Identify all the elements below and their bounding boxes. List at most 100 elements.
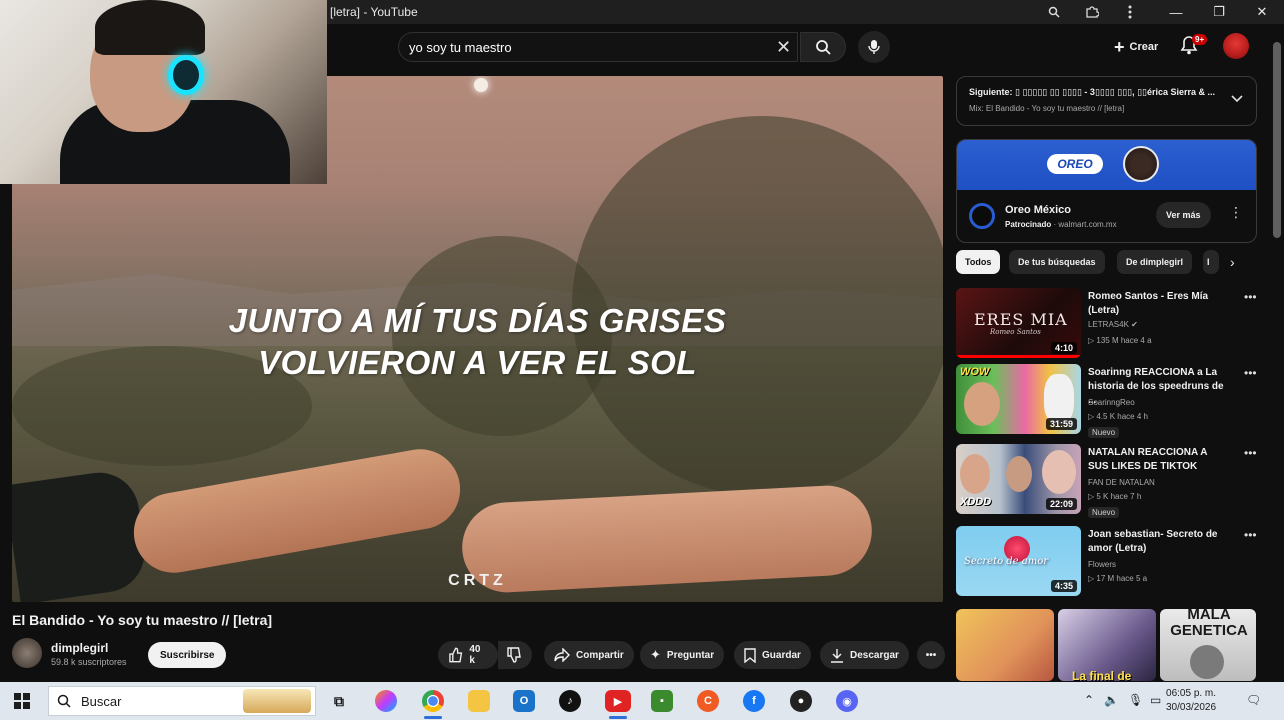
channel-name[interactable]: dimplegirl <box>51 641 108 655</box>
chip-from-searches[interactable]: De tus búsquedas <box>1009 250 1105 274</box>
search-button[interactable] <box>800 32 846 62</box>
ad-card[interactable]: OREO Oreo México Patrocinado · walmart.c… <box>956 139 1257 243</box>
windows-taskbar: Buscar ⧉ O ♪ ▶ ▪ C f ● ◉ ⌃ 🔈 🎙 ▭ 06:05 p… <box>0 682 1284 720</box>
recommendation-channel[interactable]: SoarinngReo <box>1088 398 1135 407</box>
taskbar-clock[interactable]: 06:05 p. m. 30/03/2026 <box>1166 687 1216 715</box>
headset-icon <box>168 55 204 95</box>
more-vert-icon[interactable] <box>1108 0 1152 24</box>
copilot-icon[interactable] <box>375 690 397 712</box>
more-vert-icon[interactable]: ••• <box>1244 528 1257 542</box>
short-thumbnail[interactable]: MALA GENETICA <box>1160 609 1256 681</box>
minimize-button[interactable]: — <box>1154 0 1198 24</box>
recommendation-title[interactable]: NATALAN REACCIONA A SUS LIKES DE TIKTOK <box>1088 446 1230 474</box>
ask-label: Preguntar <box>666 649 715 661</box>
scrollbar-thumb[interactable] <box>1273 42 1281 238</box>
ask-button[interactable]: ✦ Preguntar <box>640 641 725 669</box>
recommendation-channel[interactable]: Flowers <box>1088 560 1116 569</box>
download-button[interactable]: Descargar <box>820 641 909 669</box>
more-vert-icon[interactable]: ••• <box>1244 366 1257 380</box>
recommendation-channel[interactable]: LETRAS4K ✔ <box>1088 320 1138 329</box>
like-count: 40 k <box>469 644 481 666</box>
more-vert-icon[interactable]: ••• <box>1244 446 1257 460</box>
chevron-down-icon[interactable] <box>1231 92 1243 106</box>
account-avatar[interactable] <box>1223 33 1249 59</box>
thumb-title-text: ERES MIA <box>974 310 1068 329</box>
clock-time: 06:05 p. m. <box>1166 688 1217 699</box>
maximize-button[interactable]: ❐ <box>1197 0 1241 24</box>
duration-badge: 4:35 <box>1050 580 1077 592</box>
chip-more[interactable]: I <box>1203 250 1219 274</box>
ad-cta-button[interactable]: Ver más <box>1156 202 1211 228</box>
windows-start-icon[interactable] <box>14 693 30 709</box>
more-actions-button[interactable]: ••• <box>917 641 945 669</box>
video-thumbnail[interactable]: WOW 31:59 <box>956 364 1081 434</box>
short-thumbnail[interactable] <box>956 609 1054 681</box>
dislike-button[interactable] <box>498 641 532 669</box>
chip-from-channel[interactable]: De dimplegirl <box>1117 250 1193 274</box>
cat-image <box>1044 374 1074 424</box>
ad-menu-icon[interactable]: ⋮ <box>1229 204 1243 221</box>
ad-banner[interactable]: OREO <box>957 140 1256 190</box>
notifications-icon[interactable]: 🗨 <box>1246 693 1261 707</box>
subscribe-button[interactable]: Suscribirse <box>148 642 227 668</box>
outlook-icon[interactable]: O <box>513 690 535 712</box>
facebook-icon[interactable]: f <box>743 690 765 712</box>
crunchyroll-icon[interactable]: C <box>697 690 719 712</box>
recommendation-meta: ▷ 4.5 K hace 4 h <box>1088 412 1148 421</box>
recommendation-item[interactable]: Secreto de amor 4:35 Joan sebastian- Sec… <box>956 526 1257 598</box>
bookmark-icon <box>744 647 756 663</box>
up-next-card[interactable]: Siguiente: ▯ ▯▯▯▯▯ ▯▯ ▯▯▯▯ - 3▯▯▯▯ ▯▯▯, … <box>956 76 1257 126</box>
share-icon <box>554 648 570 662</box>
clock-date: 30/03/2026 <box>1166 702 1217 713</box>
task-view-icon[interactable]: ⧉ <box>328 690 350 712</box>
duration-badge: 4:10 <box>1050 342 1077 354</box>
recommendation-title[interactable]: Romeo Santos - Eres Mía (Letra) <box>1088 290 1230 318</box>
video-thumbnail[interactable]: Secreto de amor 4:35 <box>956 526 1081 596</box>
recommendation-item[interactable]: XDDD 22:09 NATALAN REACCIONA A SUS LIKES… <box>956 444 1257 518</box>
voice-search-button[interactable] <box>858 31 890 63</box>
cookie-image <box>1123 146 1159 182</box>
video-thumbnail[interactable]: XDDD 22:09 <box>956 444 1081 514</box>
clear-search-icon[interactable]: ✕ <box>776 36 791 58</box>
recommendation-item[interactable]: ERES MIA Romeo Santos 4:10 Romeo Santos … <box>956 288 1257 360</box>
chevron-right-icon[interactable]: › <box>1230 254 1235 270</box>
taskbar-search[interactable]: Buscar <box>48 686 316 716</box>
webcam-overlay <box>0 0 327 184</box>
recommendation-channel[interactable]: FAN DE NATALAN <box>1088 478 1155 487</box>
microphone-icon <box>868 40 880 54</box>
tiktok-icon[interactable]: ♪ <box>559 690 581 712</box>
search-input[interactable]: yo soy tu maestro <box>398 32 798 62</box>
volume-icon[interactable]: 🔈 <box>1104 693 1119 707</box>
minecraft-icon[interactable]: ▪ <box>651 690 673 712</box>
like-button[interactable]: 40 k <box>438 641 498 669</box>
video-thumbnail[interactable]: ERES MIA Romeo Santos 4:10 <box>956 288 1081 358</box>
thumb-title-text: WOW <box>960 366 990 378</box>
close-window-button[interactable]: ✕ <box>1240 0 1284 24</box>
channel-avatar[interactable] <box>12 638 42 668</box>
save-button[interactable]: Guardar <box>734 641 811 669</box>
search-highlight-image <box>243 689 311 713</box>
more-vert-icon[interactable]: ••• <box>1244 290 1257 304</box>
page-scrollbar[interactable] <box>1270 24 1284 682</box>
mic-tray-icon[interactable]: 🎙 <box>1128 693 1143 707</box>
chrome-icon[interactable] <box>422 690 444 712</box>
create-button[interactable]: + Crear <box>1108 34 1164 60</box>
share-label: Compartir <box>576 649 624 661</box>
youtube-app-icon[interactable]: ▶ <box>605 690 631 712</box>
chip-all[interactable]: Todos <box>956 250 1001 274</box>
plus-icon: + <box>1114 37 1125 57</box>
obs-icon[interactable]: ● <box>790 690 812 712</box>
messenger-icon[interactable]: ◉ <box>836 690 858 712</box>
network-icon[interactable]: ▭ <box>1150 693 1161 707</box>
duration-badge: 22:09 <box>1045 498 1077 510</box>
recommendation-title[interactable]: Joan sebastian- Secreto de amor (Letra) <box>1088 528 1230 556</box>
file-explorer-icon[interactable] <box>468 690 490 712</box>
tray-chevron-icon[interactable]: ⌃ <box>1084 693 1094 707</box>
recommendation-meta: ▷ 5 K hace 7 h <box>1088 492 1142 501</box>
thumb-title-text: XDDD <box>960 496 992 508</box>
recommendation-item[interactable]: WOW 31:59 Soarinng REACCIONA a La histor… <box>956 364 1257 438</box>
lyric-line-2: VOLVIERON A VER EL SOL <box>258 344 697 381</box>
share-button[interactable]: Compartir <box>544 641 634 669</box>
face-image <box>1006 456 1032 492</box>
short-thumbnail[interactable]: La final de <box>1058 609 1156 681</box>
